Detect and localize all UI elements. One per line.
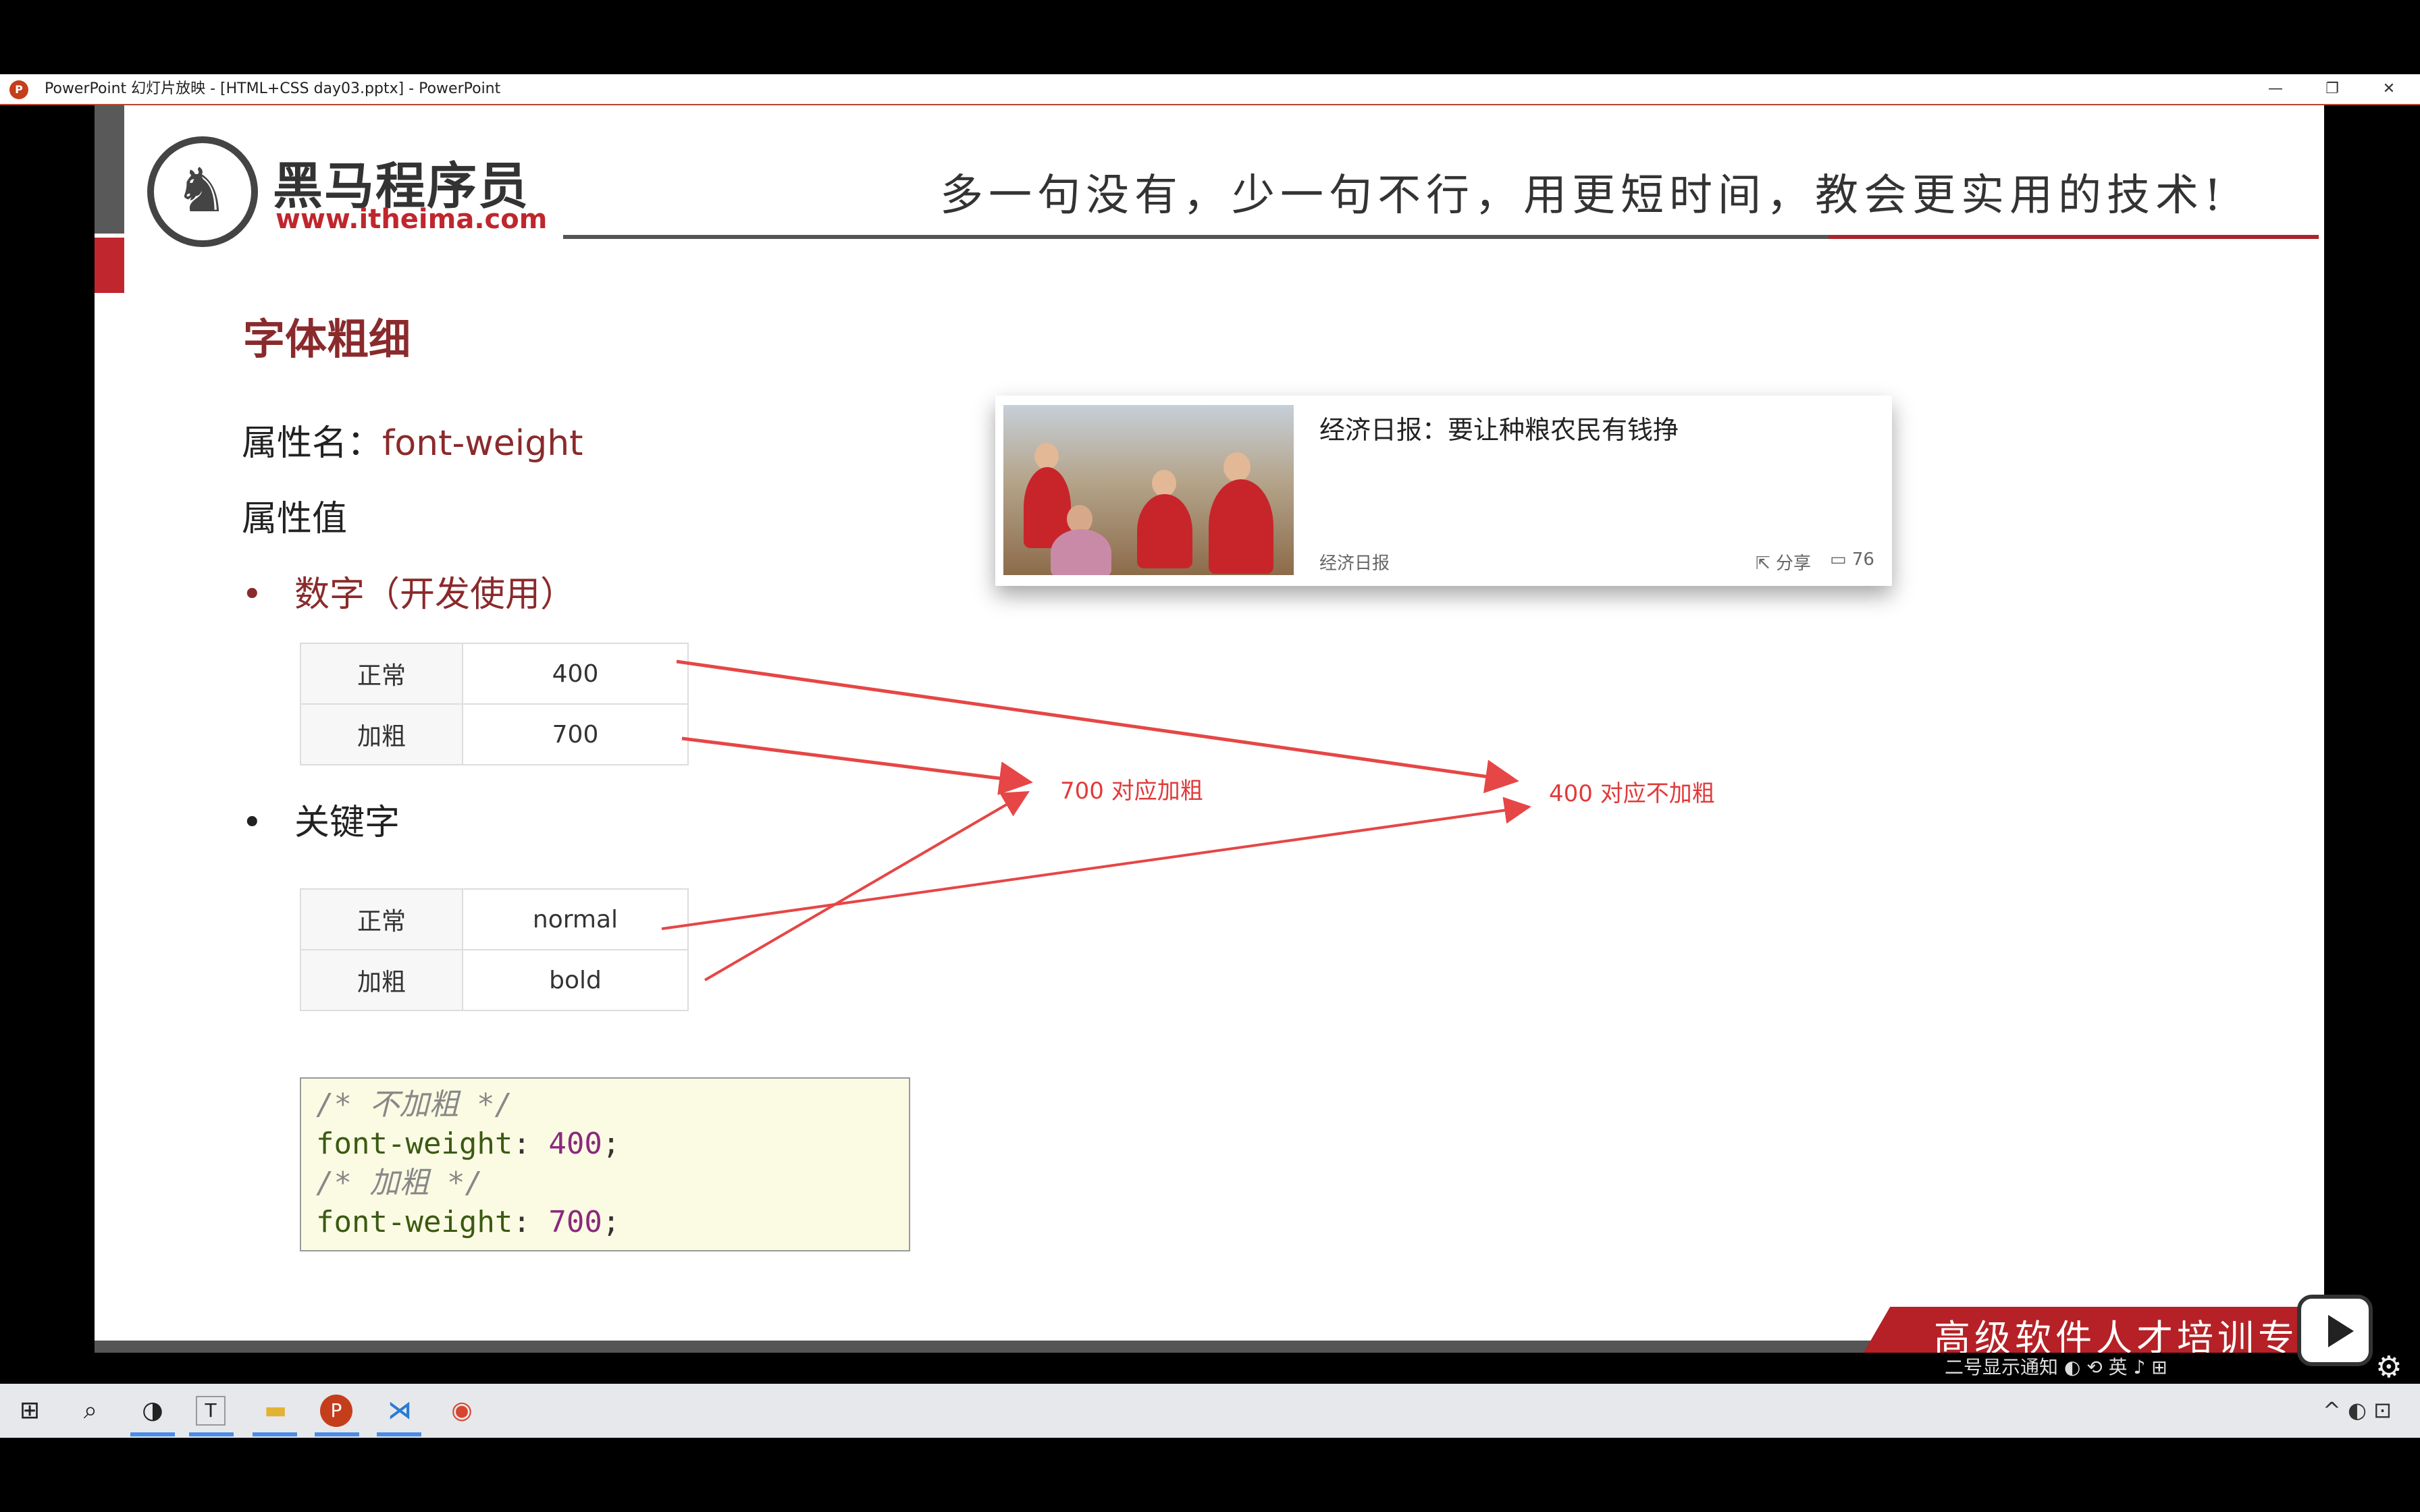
play-icon[interactable]: [2297, 1295, 2373, 1366]
arrow-bold-to-700: [704, 790, 1030, 981]
powerpoint-taskbar-icon[interactable]: P: [320, 1395, 352, 1427]
gear-icon[interactable]: ⚙: [2375, 1350, 2402, 1384]
system-tray[interactable]: ^ ◐ ⊡: [2323, 1397, 2392, 1423]
arrow-normal-to-400: [661, 796, 1531, 930]
vscode-icon[interactable]: ⋊: [381, 1392, 419, 1430]
obs-icon[interactable]: ◑: [134, 1392, 172, 1430]
footer-slogan: 高级软件人才培训专家: [1934, 1317, 2324, 1353]
presenter-controls[interactable]: 二号显示通知 ◐ ⟲ 英 ♪ ⊞: [1945, 1353, 2167, 1380]
arrow-400-to-normal: [676, 659, 1519, 794]
chrome-icon[interactable]: ◉: [443, 1392, 481, 1430]
close-button[interactable]: ✕: [2369, 77, 2409, 101]
window-title: PowerPoint 幻灯片放映 - [HTML+CSS day03.pptx]…: [45, 80, 501, 97]
powerpoint-icon: P: [9, 80, 28, 99]
minimize-button[interactable]: —: [2255, 77, 2296, 101]
window-title-bar: P PowerPoint 幻灯片放映 - [HTML+CSS day03.ppt…: [0, 74, 2420, 105]
windows-start-icon[interactable]: ⊞: [11, 1392, 49, 1430]
taskbar: ⊞ ⌕ ◑ T ▬ P ⋊ ◉ ^ ◐ ⊡: [0, 1384, 2420, 1438]
arrow-700-to-bold: [681, 736, 1033, 795]
annotation-arrows: [661, 659, 1531, 981]
typora-icon[interactable]: T: [196, 1396, 226, 1426]
search-icon[interactable]: ⌕: [72, 1392, 109, 1430]
file-explorer-icon[interactable]: ▬: [257, 1392, 294, 1430]
restore-button[interactable]: ❐: [2312, 77, 2352, 101]
slide-canvas[interactable]: ♞ 黑马程序员 www.itheima.com 多一句没有，少一句不行，用更短时…: [95, 105, 2324, 1353]
